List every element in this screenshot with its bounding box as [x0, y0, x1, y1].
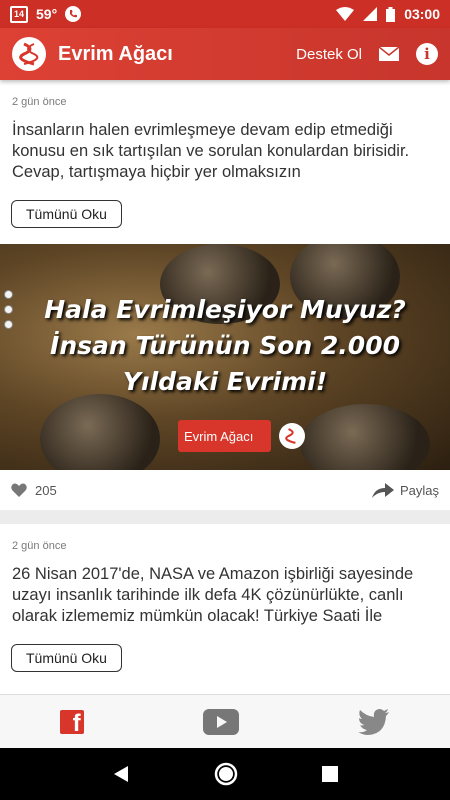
support-button[interactable]: Destek Ol — [296, 46, 362, 63]
post-date: 2 gün önce — [12, 540, 67, 552]
logo-icon[interactable] — [12, 37, 46, 71]
skull-image — [40, 394, 160, 470]
youtube-icon[interactable] — [202, 708, 239, 735]
headline-line: Hala Evrimleşiyor Muyuz? — [44, 295, 406, 324]
headline-line: Yıldaki Evrimi! — [122, 367, 328, 396]
like-count: 205 — [35, 482, 57, 498]
skull-image — [300, 404, 430, 470]
image-badge: Evrim Ağacı — [178, 420, 306, 452]
social-bar: f — [0, 694, 450, 748]
mail-icon[interactable] — [378, 46, 400, 62]
twitter-icon[interactable] — [358, 708, 390, 735]
post-excerpt[interactable]: 26 Nisan 2017'de, NASA ve Amazon işbirli… — [0, 552, 450, 632]
indicator-dot — [4, 320, 13, 329]
post-actions: 205 Paylaş — [0, 470, 450, 510]
like-button[interactable]: 205 — [11, 483, 57, 498]
post-image[interactable]: Hala Evrimleşiyor Muyuz? İnsan Türünün S… — [0, 244, 450, 470]
page-indicator — [4, 290, 13, 329]
wifi-icon — [336, 7, 355, 21]
headline-line: İnsan Türünün Son 2.000 — [50, 331, 400, 360]
indicator-dot — [4, 290, 13, 299]
status-bar: 14 59° 03:00 — [0, 0, 450, 28]
battery-icon — [386, 6, 396, 22]
signal-icon — [363, 7, 378, 21]
post-card: 2 gün önce İnsanların halen evrimleşmeye… — [0, 80, 450, 510]
back-icon[interactable] — [112, 765, 130, 783]
calendar-notification-icon: 14 — [10, 5, 28, 23]
image-headline: Hala Evrimleşiyor Muyuz? İnsan Türünün S… — [0, 292, 450, 400]
home-icon[interactable] — [214, 762, 238, 786]
clock-text: 03:00 — [404, 6, 440, 22]
post-card: 2 gün önce 26 Nisan 2017'de, NASA ve Ama… — [0, 524, 450, 694]
heart-icon — [11, 483, 27, 497]
facebook-icon[interactable]: f — [59, 709, 84, 734]
share-icon — [371, 483, 394, 498]
share-label: Paylaş — [399, 482, 439, 498]
phone-icon — [65, 6, 82, 22]
app-bar: Evrim Ağacı Destek Ol i — [0, 28, 450, 80]
info-icon[interactable]: i — [416, 43, 438, 65]
recents-icon[interactable] — [322, 766, 338, 782]
system-nav-bar — [0, 748, 450, 800]
share-button[interactable]: Paylaş — [371, 482, 439, 498]
post-date: 2 gün önce — [12, 96, 67, 108]
indicator-dot — [4, 305, 13, 314]
post-feed[interactable]: 2 gün önce İnsanların halen evrimleşmeye… — [0, 80, 450, 694]
read-more-button[interactable]: Tümünü Oku — [11, 644, 122, 672]
read-more-button[interactable]: Tümünü Oku — [11, 200, 122, 228]
badge-label: Evrim Ağacı — [184, 428, 254, 444]
temperature-text: 59° — [36, 6, 58, 22]
post-excerpt[interactable]: İnsanların halen evrimleşmeye devam edip… — [0, 108, 450, 188]
app-title: Evrim Ağacı — [58, 42, 173, 65]
